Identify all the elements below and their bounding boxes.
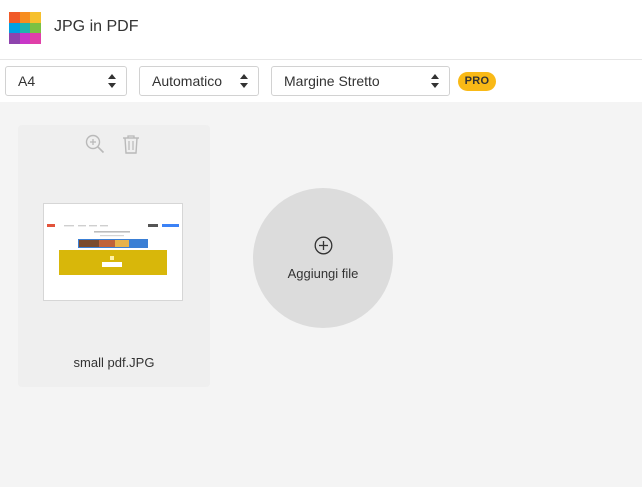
file-name: small pdf.JPG <box>73 355 155 370</box>
select-arrows-icon <box>240 74 248 88</box>
logo-tile <box>30 33 41 44</box>
add-file-label: Aggiungi file <box>287 266 359 281</box>
plus-circle-icon <box>314 236 333 255</box>
file-card: small pdf.JPG <box>18 125 210 387</box>
orientation-value: Automatico <box>152 73 223 89</box>
app-title: JPG in PDF <box>54 18 139 35</box>
select-arrows-icon <box>108 74 116 88</box>
app-logo-icon <box>9 12 41 44</box>
logo-tile <box>19 12 31 23</box>
file-thumbnail-image <box>44 204 182 300</box>
trash-icon[interactable] <box>120 133 142 155</box>
logo-tile <box>30 12 41 23</box>
logo-tile <box>9 12 20 23</box>
file-thumbnail <box>43 203 183 301</box>
logo-tile <box>19 33 31 44</box>
logo-tile <box>30 22 41 34</box>
pro-badge[interactable]: PRO <box>458 72 496 91</box>
logo-tile <box>19 22 31 34</box>
app-header: JPG in PDF <box>0 0 642 60</box>
zoom-in-icon[interactable] <box>84 133 106 155</box>
page-size-select[interactable]: A4 <box>5 66 127 96</box>
logo-tile <box>9 22 20 34</box>
margin-value: Margine Stretto <box>284 73 380 89</box>
margin-select[interactable]: Margine Stretto <box>271 66 450 96</box>
orientation-select[interactable]: Automatico <box>139 66 259 96</box>
select-arrows-icon <box>431 74 439 88</box>
add-file-button[interactable]: Aggiungi file <box>253 188 393 328</box>
logo-tile <box>9 33 20 44</box>
page-size-value: A4 <box>18 73 36 89</box>
options-toolbar: A4 Automatico Margine Stretto <box>0 60 642 102</box>
